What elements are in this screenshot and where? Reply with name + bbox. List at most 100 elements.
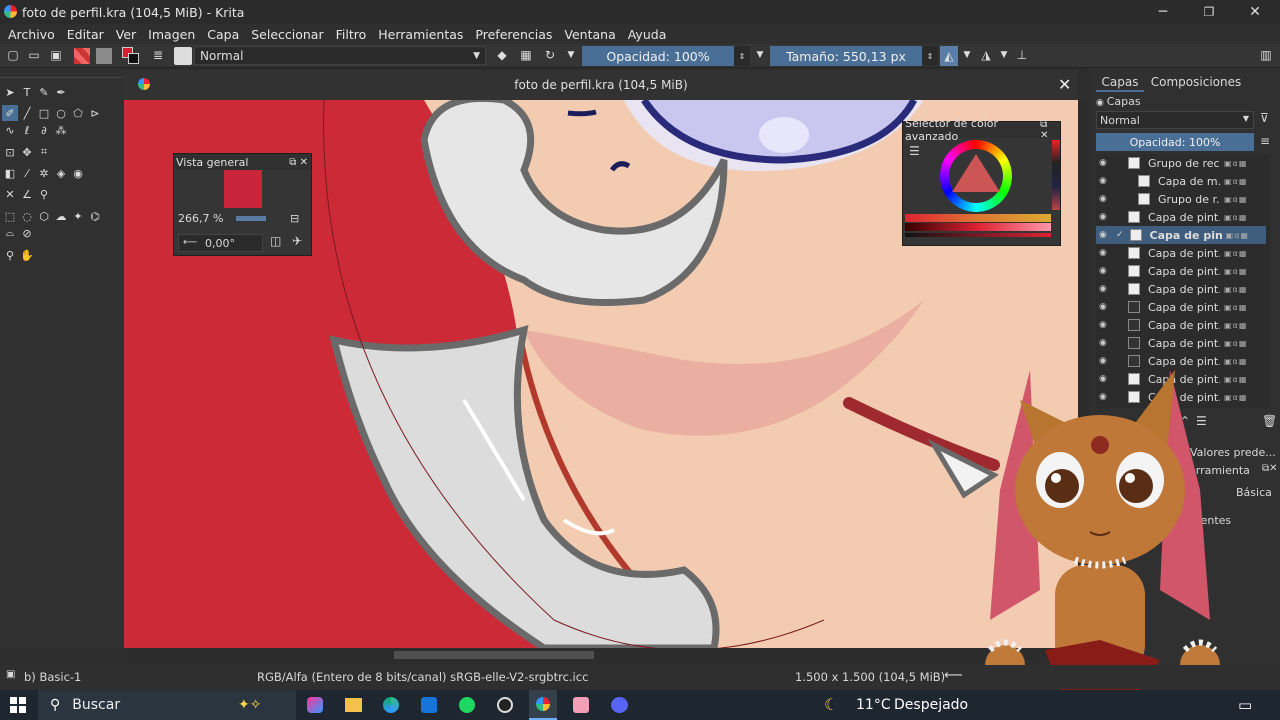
layer-flags-icon[interactable]: ▣α▦ xyxy=(1224,321,1247,330)
color-patch-row[interactable] xyxy=(905,233,1051,237)
multibrush-tool-icon[interactable]: ⁂ xyxy=(53,122,69,138)
layer-flags-icon[interactable]: ▣α▦ xyxy=(1226,231,1249,240)
layer-row[interactable]: ◉ Capa de pint... ▣α▦ xyxy=(1096,262,1266,280)
menu-icon[interactable]: ≡ xyxy=(1260,134,1270,148)
close-window-button[interactable]: ✕ xyxy=(1232,0,1278,24)
freehand-path-tool-icon[interactable]: ℓ xyxy=(19,122,35,138)
weather-temp[interactable]: 11°C xyxy=(856,697,891,713)
layer-row[interactable]: ◉ Capa de pint... ▣α▦ xyxy=(1096,334,1266,352)
pan-tool-icon[interactable]: ✋ xyxy=(19,247,35,263)
edge-browser-icon[interactable] xyxy=(383,697,399,713)
file-explorer-icon[interactable] xyxy=(345,698,362,712)
eye-icon[interactable]: ◉ xyxy=(1099,248,1111,258)
magnetic-select-tool-icon[interactable]: ⊘ xyxy=(19,225,35,241)
brush-preset-icon[interactable] xyxy=(174,47,192,65)
layer-flags-icon[interactable]: ▣α▦ xyxy=(1224,285,1247,294)
chevron-down-icon[interactable]: ▼ xyxy=(752,47,768,63)
menu-seleccionar[interactable]: Seleccionar xyxy=(245,27,329,42)
alpha-lock-icon[interactable]: ▦ xyxy=(518,47,534,63)
color-picker-tool-icon[interactable]: ⁄ xyxy=(19,165,35,181)
eye-icon[interactable]: ◉ xyxy=(1099,230,1111,240)
spotify-icon[interactable] xyxy=(459,697,475,713)
workspace-icon[interactable]: ▥ xyxy=(1258,47,1274,63)
menu-herramientas[interactable]: Herramientas xyxy=(372,27,469,42)
settings-icon[interactable]: ☰ xyxy=(909,144,920,158)
zoom-slider[interactable] xyxy=(236,216,266,221)
tab-composiciones[interactable]: Composiciones xyxy=(1150,72,1242,92)
close-icon[interactable]: ⧉ ✕ xyxy=(289,157,308,168)
freehand-brush-tool-icon[interactable]: ✐ xyxy=(2,105,18,121)
minimize-button[interactable]: ─ xyxy=(1140,0,1186,24)
obs-icon[interactable] xyxy=(497,697,513,713)
polygon-select-tool-icon[interactable]: ⬡ xyxy=(36,208,52,224)
save-icon[interactable]: ▣ xyxy=(48,47,64,63)
menu-imagen[interactable]: Imagen xyxy=(142,27,201,42)
ellipse-tool-icon[interactable]: ○ xyxy=(53,105,69,121)
menu-archivo[interactable]: Archivo xyxy=(2,27,61,42)
layer-row[interactable]: ◉ Capa de pint... ▣α▦ xyxy=(1096,316,1266,334)
new-document-icon[interactable]: ▢ xyxy=(5,47,21,63)
outlook-icon[interactable] xyxy=(421,697,437,713)
windows-start-icon[interactable] xyxy=(10,697,26,713)
eye-icon[interactable]: ◉ xyxy=(1099,284,1111,294)
layer-row[interactable]: ◉ Grupo de rec... ▣α▦ xyxy=(1096,154,1266,172)
layer-blend-combo[interactable]: Normal ▼ xyxy=(1096,111,1254,129)
chevron-down-icon[interactable]: ▼ xyxy=(996,47,1012,63)
menu-preferencias[interactable]: Preferencias xyxy=(469,27,558,42)
layer-row-active[interactable]: ◉ ✓ Capa de pin... ▣α▦ xyxy=(1096,226,1266,244)
copilot-sparkle-icon[interactable]: ✦✧ xyxy=(238,697,261,713)
layer-flags-icon[interactable]: ▣α▦ xyxy=(1224,195,1247,204)
freehand-select-tool-icon[interactable]: ☁ xyxy=(53,208,69,224)
layer-row[interactable]: ◉ Capa de pint... ▣α▦ xyxy=(1096,244,1266,262)
blend-mode-combo[interactable]: Normal ▼ xyxy=(194,46,486,65)
eye-icon[interactable]: ◉ xyxy=(1099,266,1111,276)
layer-flags-icon[interactable]: ▣α▦ xyxy=(1224,159,1247,168)
layer-row[interactable]: ◉ Grupo de r... ▣α▦ xyxy=(1096,190,1266,208)
pin-icon[interactable]: ✈ xyxy=(292,234,302,248)
edit-shapes-tool-icon[interactable]: ✎ xyxy=(36,84,52,100)
polyline-tool-icon[interactable]: ⊳ xyxy=(87,105,103,121)
menu-ventana[interactable]: Ventana xyxy=(558,27,621,42)
tool-mode-basic[interactable]: Básica xyxy=(1236,486,1272,499)
horizontal-scrollbar[interactable] xyxy=(124,648,1078,662)
brush-settings-icon[interactable]: ≣ xyxy=(150,47,166,63)
mirror-view-icon[interactable]: ◫ xyxy=(270,234,281,248)
layer-row[interactable]: ◉ Capa de pint... ▣α▦ xyxy=(1096,280,1266,298)
search-box[interactable]: ⚲ Buscar ✦✧ xyxy=(38,690,296,720)
discord-icon[interactable] xyxy=(611,697,628,713)
rotation-field[interactable]: ⟵ 0,00° xyxy=(178,234,263,252)
notification-icon[interactable]: ▭ xyxy=(1238,696,1252,714)
menu-filtro[interactable]: Filtro xyxy=(330,27,373,42)
hue-ring[interactable] xyxy=(940,140,1012,212)
crop-tool-icon[interactable]: ⌗ xyxy=(36,144,52,160)
reload-preset-icon[interactable]: ↻ xyxy=(542,47,558,63)
tab-capas[interactable]: Capas xyxy=(1096,72,1144,92)
transform-tool-icon[interactable]: ⊡ xyxy=(2,144,18,160)
fill-tool-icon[interactable]: ◈ xyxy=(53,165,69,181)
text-tool-icon[interactable]: T xyxy=(19,84,35,100)
color-history[interactable] xyxy=(1052,140,1060,210)
chevron-down-icon[interactable]: ▼ xyxy=(563,47,579,63)
gradient-tool-icon[interactable]: ◧ xyxy=(2,165,18,181)
close-icon[interactable]: ⧉ ✕ xyxy=(1040,119,1057,141)
layer-flags-icon[interactable]: ▣α▦ xyxy=(1224,303,1247,312)
current-brush[interactable]: b) Basic-1 xyxy=(24,670,81,684)
layer-flags-icon[interactable]: ▣α▦ xyxy=(1224,339,1247,348)
weather-desc[interactable]: Despejado xyxy=(894,697,968,713)
overview-thumbnail[interactable] xyxy=(224,170,262,208)
layer-row[interactable]: ◉ Capa de pint... ▣α▦ xyxy=(1096,208,1266,226)
bezier-tool-icon[interactable]: ∿ xyxy=(2,122,18,138)
fg-bg-color-icon[interactable] xyxy=(122,47,140,65)
rectangle-tool-icon[interactable]: □ xyxy=(36,105,52,121)
layer-row[interactable]: ◉ Capa de m... ▣α▦ xyxy=(1096,172,1266,190)
layer-row[interactable]: ◉ Capa de pint... ▣α▦ xyxy=(1096,298,1266,316)
reference-tool-icon[interactable]: ⚲ xyxy=(36,186,52,202)
eraser-icon[interactable]: ◆ xyxy=(494,47,510,63)
layer-flags-icon[interactable]: ▣α▦ xyxy=(1224,267,1247,276)
dynamic-brush-tool-icon[interactable]: ∂ xyxy=(36,122,52,138)
layer-flags-icon[interactable]: ▣α▦ xyxy=(1224,249,1247,258)
eye-icon[interactable]: ◉ xyxy=(1099,194,1111,204)
size-slider[interactable]: Tamaño: 550,13 px xyxy=(770,46,922,66)
size-spinner-icon[interactable]: ⇕ xyxy=(922,46,938,66)
maximize-button[interactable]: ❐ xyxy=(1186,0,1232,24)
